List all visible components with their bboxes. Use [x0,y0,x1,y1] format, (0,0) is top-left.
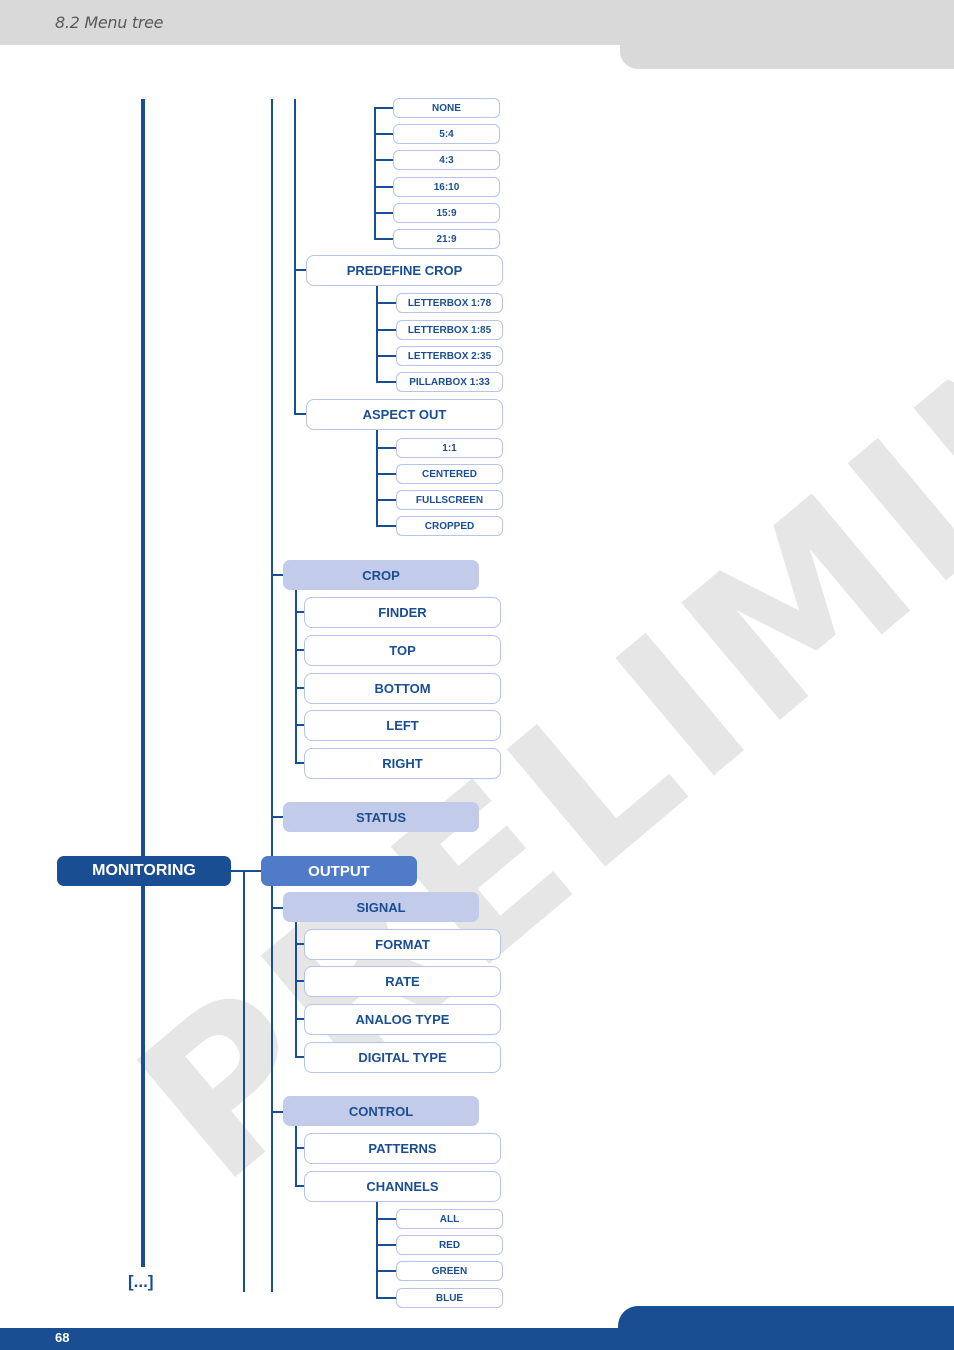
predefine-connector [376,286,378,383]
menu-left[interactable]: LEFT [304,710,501,741]
option-none[interactable]: NONE [393,98,500,118]
option-cropped[interactable]: CROPPED [396,516,503,536]
option-red[interactable]: RED [396,1235,503,1255]
option-1-1[interactable]: 1:1 [396,438,503,458]
menu-aspect-out[interactable]: ASPECT OUT [306,399,503,430]
tick [374,212,393,214]
tick [376,329,396,331]
tick [376,1244,396,1246]
option-16-10[interactable]: 16:10 [393,177,500,197]
menu-channels[interactable]: CHANNELS [304,1171,501,1202]
tick [374,133,393,135]
menu-status[interactable]: STATUS [283,802,479,832]
menu-monitoring[interactable]: MONITORING [57,856,231,886]
menu-format[interactable]: FORMAT [304,929,501,960]
option-centered[interactable]: CENTERED [396,464,503,484]
tick [376,1297,396,1299]
trunk-line-aspect [294,99,296,415]
menu-output[interactable]: OUTPUT [261,856,417,886]
option-15-9[interactable]: 15:9 [393,203,500,223]
trunk-line-output [243,871,245,1292]
tick [374,107,393,109]
menu-rate[interactable]: RATE [304,966,501,997]
option-fullscreen[interactable]: FULLSCREEN [396,490,503,510]
menu-signal[interactable]: SIGNAL [283,892,479,922]
connector-monitoring-output [230,870,262,872]
tick [374,159,393,161]
menu-analog-type[interactable]: ANALOG TYPE [304,1004,501,1035]
aspect-out-connector [376,430,378,527]
option-all[interactable]: ALL [396,1209,503,1229]
tick [374,238,393,240]
channels-connector [376,1202,378,1299]
menu-top[interactable]: TOP [304,635,501,666]
tick [376,447,396,449]
section-title: 8.2 Menu tree [55,13,164,32]
menu-bottom[interactable]: BOTTOM [304,673,501,704]
tick [374,186,393,188]
tick [376,381,396,383]
crop-connector [295,590,297,763]
option-pillarbox-133[interactable]: PILLARBOX 1:33 [396,372,503,392]
page-footer [0,1328,954,1350]
tick [376,499,396,501]
menu-digital-type[interactable]: DIGITAL TYPE [304,1042,501,1073]
trunk-line-input [271,99,273,1292]
tick [376,355,396,357]
tick [376,525,396,527]
control-connector [295,1126,297,1187]
option-4-3[interactable]: 4:3 [393,150,500,170]
menu-right[interactable]: RIGHT [304,748,501,779]
option-green[interactable]: GREEN [396,1261,503,1281]
option-blue[interactable]: BLUE [396,1288,503,1308]
option-21-9[interactable]: 21:9 [393,229,500,249]
tick [376,302,396,304]
header-tab-shape [620,40,954,69]
aspect-in-connector [374,107,376,239]
trunk-line-monitoring [141,99,145,1267]
continuation-marker: [...] [128,1272,154,1291]
option-5-4[interactable]: 5:4 [393,124,500,144]
tick [376,473,396,475]
option-letterbox-235[interactable]: LETTERBOX 2:35 [396,346,503,366]
tick [376,1218,396,1220]
menu-finder[interactable]: FINDER [304,597,501,628]
option-letterbox-185[interactable]: LETTERBOX 1:85 [396,320,503,340]
watermark: PRELIMINARY [95,0,954,1228]
menu-predefine-crop[interactable]: PREDEFINE CROP [306,255,503,286]
option-letterbox-178[interactable]: LETTERBOX 1:78 [396,293,503,313]
page-number: 68 [55,1330,70,1345]
menu-control[interactable]: CONTROL [283,1096,479,1126]
menu-patterns[interactable]: PATTERNS [304,1133,501,1164]
tick [376,1270,396,1272]
menu-crop[interactable]: CROP [283,560,479,590]
